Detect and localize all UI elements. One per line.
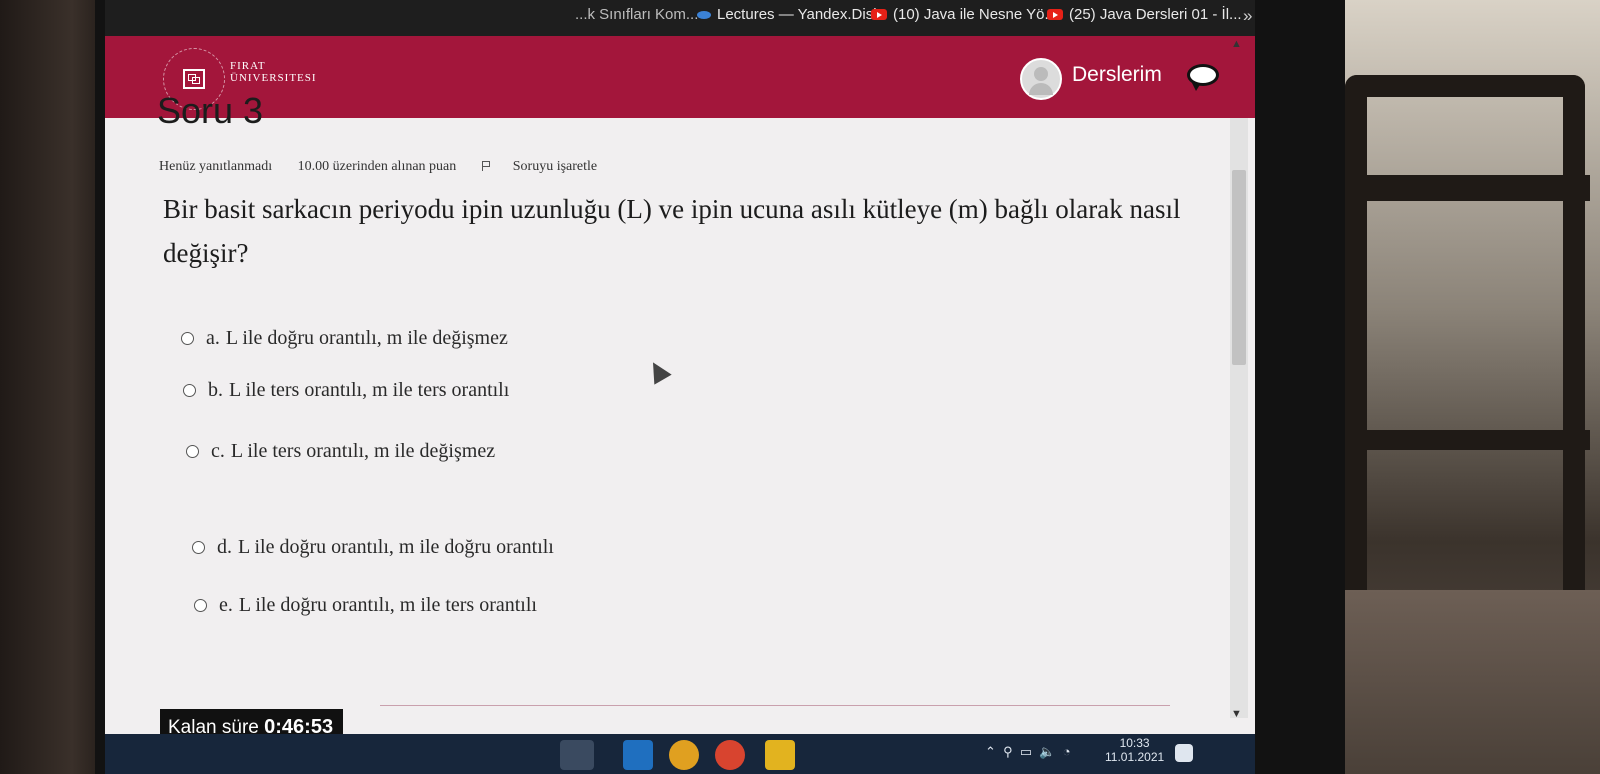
system-tray[interactable]: ⌃ ⚲ ▭ 🔈 ◔ xyxy=(985,744,1071,760)
bookmark-yandex-disk[interactable]: Lectures — Yandex.Disk xyxy=(697,6,881,23)
flag-icon xyxy=(481,161,491,171)
option-text: L ile doğru orantılı, m ile ters orantıl… xyxy=(238,594,537,616)
radio-button[interactable] xyxy=(192,541,205,554)
bookmark-item[interactable]: ...k Sınıfları Kom... xyxy=(575,6,698,23)
task-view-icon[interactable] xyxy=(560,740,594,770)
store-app-icon[interactable] xyxy=(623,740,653,770)
option-text: L ile doğru orantılı, m ile değişmez xyxy=(225,327,508,349)
option-text: L ile doğru orantılı, m ile doğru orantı… xyxy=(238,536,554,558)
answer-option-c[interactable]: c. L ile ters orantılı, m ile değişmez xyxy=(186,440,495,463)
flag-question-label: Soruyu işaretle xyxy=(512,159,598,174)
mouse-cursor-icon xyxy=(645,358,671,384)
radio-button[interactable] xyxy=(186,445,199,458)
chrome-browser-icon[interactable] xyxy=(715,740,745,770)
radio-button[interactable] xyxy=(183,384,196,397)
scrollbar-thumb[interactable] xyxy=(1232,170,1246,365)
option-letter: a. xyxy=(206,327,220,349)
question-points: 10.00 üzerinden alınan puan xyxy=(297,159,457,174)
derslerim-menu[interactable]: Derslerim xyxy=(1072,63,1162,87)
option-letter: c. xyxy=(211,440,225,462)
bookmark-youtube-1[interactable]: (10) Java ile Nesne Yö... xyxy=(871,6,1057,23)
option-text: L ile ters orantılı, m ile ters orantılı xyxy=(229,379,510,401)
question-info: Henüz yanıtlanmadı 10.00 üzerinden alına… xyxy=(159,159,641,175)
bookmark-youtube-2[interactable]: (25) Java Dersleri 01 - İl... xyxy=(1047,6,1242,23)
question-status: Henüz yanıtlanmadı xyxy=(159,159,273,174)
flag-question-link[interactable]: Soruyu işaretle xyxy=(481,159,619,174)
radio-button[interactable] xyxy=(194,599,207,612)
question-text: Bir basit sarkacın periyodu ipin uzunluğ… xyxy=(163,194,1181,268)
site-header: FIRAT ÜNIVERSITESI Derslerim xyxy=(105,36,1255,118)
bookmark-label: (25) Java Dersleri 01 - İl... xyxy=(1069,6,1242,23)
youtube-icon xyxy=(871,9,887,20)
file-explorer-icon[interactable] xyxy=(669,740,699,770)
answer-option-b[interactable]: b. L ile ters orantılı, m ile ters orant… xyxy=(183,379,509,402)
chat-bubble-icon[interactable] xyxy=(1187,64,1219,91)
question-title: Soru 3 xyxy=(157,90,264,131)
radio-button[interactable] xyxy=(181,332,194,345)
bookmark-label: ...k Sınıfları Kom... xyxy=(575,6,699,23)
chair xyxy=(1345,75,1585,595)
youtube-icon xyxy=(1047,9,1063,20)
option-letter: d. xyxy=(217,536,232,558)
chair-rail xyxy=(1360,430,1590,450)
university-name-line2: ÜNIVERSITESI xyxy=(230,72,317,84)
answer-option-e[interactable]: e. L ile doğru orantılı, m ile ters oran… xyxy=(194,594,537,617)
university-name: FIRAT ÜNIVERSITESI xyxy=(230,60,317,84)
logo-emblem-icon xyxy=(183,69,205,89)
scroll-up-arrow-icon[interactable]: ▲ xyxy=(1231,38,1242,50)
university-name-line1: FIRAT xyxy=(230,60,266,72)
answer-option-d[interactable]: d. L ile doğru orantılı, m ile doğru ora… xyxy=(192,536,554,559)
option-text: L ile ters orantılı, m ile değişmez xyxy=(230,440,496,462)
more-bookmarks-icon[interactable]: » xyxy=(1243,6,1252,26)
clock-date: 11.01.2021 xyxy=(1105,750,1165,764)
bookmark-label: (10) Java ile Nesne Yö... xyxy=(893,6,1057,23)
user-avatar[interactable] xyxy=(1020,58,1062,100)
bookmarks-bar: ...k Sınıfları Kom... Lectures — Yandex.… xyxy=(105,0,1255,36)
notification-center-icon[interactable] xyxy=(1175,744,1193,762)
option-letter: b. xyxy=(208,379,223,401)
chair-rail xyxy=(1360,175,1590,201)
app-icon[interactable] xyxy=(765,740,795,770)
divider xyxy=(380,705,1170,706)
monitor-screen: ...k Sınıfları Kom... Lectures — Yandex.… xyxy=(105,0,1255,774)
clock-time: 10:33 xyxy=(1119,736,1150,750)
taskbar-clock[interactable]: 10:33 11.01.2021 xyxy=(1105,736,1164,764)
bookmark-label: Lectures — Yandex.Disk xyxy=(717,6,881,23)
answer-option-a[interactable]: a. L ile doğru orantılı, m ile değişmez xyxy=(181,327,508,350)
yandex-disk-icon xyxy=(697,10,711,19)
option-letter: e. xyxy=(219,594,233,616)
scroll-down-arrow-icon[interactable]: ▼ xyxy=(1231,708,1242,720)
